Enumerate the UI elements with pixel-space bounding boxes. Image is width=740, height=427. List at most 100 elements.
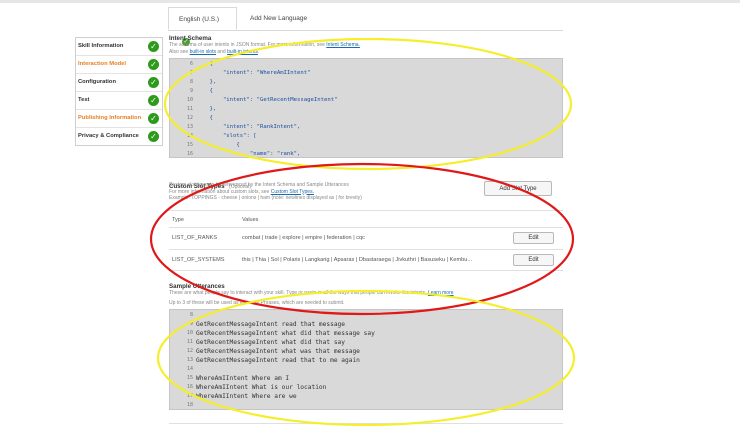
- desc-text: Also see: [169, 48, 190, 55]
- desc-text: The schema of user intents in JSON forma…: [169, 42, 327, 48]
- sidebar-item-label: Skill Information: [78, 43, 124, 49]
- table-divider: [169, 227, 563, 228]
- language-tabs: English (U.S.)✓ Add New Language: [168, 7, 563, 47]
- code-text: GetRecentMessageIntent read that to me a…: [196, 357, 360, 364]
- check-circle-icon: ✓: [148, 95, 159, 106]
- code-text: },: [196, 79, 217, 85]
- line-number: 16: [186, 151, 193, 157]
- code-line: 13 "intent": "RankIntent",: [170, 123, 562, 132]
- code-text: "intent": "GetRecentMessageIntent": [196, 97, 338, 103]
- tab-add-new-language[interactable]: Add New Language: [240, 7, 317, 30]
- slot-type-name: LIST_OF_SYSTEMS: [172, 257, 225, 263]
- check-circle-icon: ✓: [148, 59, 159, 70]
- line-number: 11: [186, 339, 193, 345]
- tab-label: Add New Language: [250, 15, 308, 22]
- code-line: 12 GetRecentMessageIntent what was that m…: [170, 347, 562, 356]
- sidebar-item-label: Publishing Information: [78, 115, 142, 121]
- line-number: 11: [186, 106, 193, 112]
- code-text: WhereAmIIntent What is our location: [196, 384, 327, 391]
- line-number: 13: [186, 357, 193, 363]
- code-line: 10 "intent": "GetRecentMessageIntent": [170, 96, 562, 105]
- code-text: {: [196, 115, 213, 121]
- sample-utterances-editor[interactable]: 8 9 GetRecentMessageIntent read that messa…: [169, 309, 563, 410]
- slot-type-name: LIST_OF_RANKS: [172, 235, 218, 241]
- line-number: 16: [186, 384, 193, 390]
- code-line: 12 {: [170, 114, 562, 123]
- table-divider: [169, 249, 563, 250]
- intent-schema-title: Intent Schema: [169, 35, 212, 42]
- code-text: {: [196, 142, 240, 148]
- custom-slot-types-link[interactable]: Custom Slot Types.: [271, 189, 314, 195]
- code-text: WhereAmIIntent Where are we: [196, 393, 297, 400]
- code-text: GetRecentMessageIntent what did that say: [196, 339, 346, 346]
- check-circle-icon: ✓: [148, 77, 159, 88]
- line-number: 9: [189, 321, 193, 327]
- tab-english-us[interactable]: English (U.S.)✓: [168, 7, 237, 47]
- sidebar-item-test[interactable]: Test ✓: [76, 92, 162, 110]
- line-number: 12: [186, 115, 193, 121]
- code-line: 14 "slots": [: [170, 132, 562, 141]
- desc-text: For more information about custom slots,…: [169, 188, 271, 195]
- code-line: 11 },: [170, 105, 562, 114]
- tab-label: English (U.S.): [179, 16, 220, 23]
- learn-more-link[interactable]: Learn more: [428, 290, 454, 296]
- line-number: 12: [186, 348, 193, 354]
- code-line: 6 {: [170, 60, 562, 69]
- code-line: 15 {: [170, 141, 562, 150]
- desc-text: and: [215, 48, 228, 55]
- sidebar-item-skill-information[interactable]: Skill Information ✓: [76, 38, 162, 56]
- sidebar-item-label: Configuration: [78, 79, 116, 85]
- line-number: 14: [186, 366, 193, 372]
- intent-schema-editor[interactable]: 6 {7 "intent": "WhereAmIIntent" 8 }, 9 {10…: [169, 58, 563, 158]
- code-line: 16 WhereAmIIntent What is our location: [170, 383, 562, 392]
- code-text: {: [196, 61, 213, 67]
- line-number: 17: [186, 393, 193, 399]
- line-number: 8: [189, 312, 193, 318]
- table-divider: [169, 270, 563, 271]
- code-text: GetRecentMessageIntent what did that mes…: [196, 330, 375, 337]
- desc-text: Example: TOPPINGS - cheese | onions | ha…: [169, 195, 362, 201]
- sidebar-item-publishing-information[interactable]: Publishing Information ✓: [76, 110, 162, 128]
- code-text: {: [196, 88, 213, 94]
- code-line: 18: [170, 401, 562, 409]
- code-text: },: [196, 106, 217, 112]
- code-line: 10 GetRecentMessageIntent what did that m…: [170, 329, 562, 338]
- code-line: 14: [170, 365, 562, 374]
- code-text: "name": "rank",: [196, 151, 301, 157]
- line-number: 15: [186, 375, 193, 381]
- sidebar-item-interaction-model[interactable]: Interaction Model ✓: [76, 56, 162, 74]
- slot-type-values: combat | trade | explore | empire | fede…: [242, 235, 365, 241]
- line-number: 13: [186, 124, 193, 130]
- edit-slot-button[interactable]: Edit: [513, 254, 554, 266]
- code-line: 7 "intent": "WhereAmIIntent": [170, 69, 562, 78]
- code-text: "intent": "WhereAmIIntent": [196, 70, 311, 76]
- desc-text: .: [257, 48, 260, 55]
- slot-type-values: this | Thia | Sol | Polaris | Langkarig …: [242, 257, 472, 263]
- example-phrases-note: Up to 3 of these will be used as Example…: [169, 300, 345, 306]
- code-text: WhereAmIIntent Where am I: [196, 375, 290, 382]
- edit-slot-button[interactable]: Edit: [513, 232, 554, 244]
- line-number: 9: [189, 88, 193, 94]
- code-text: GetRecentMessageIntent what was that mes…: [196, 348, 360, 355]
- line-number: 18: [186, 402, 193, 408]
- code-text: "intent": "RankIntent",: [196, 124, 301, 130]
- built-in-slots-link[interactable]: built-in slots: [190, 49, 216, 55]
- code-line: 8: [170, 311, 562, 320]
- code-line: 13 GetRecentMessageIntent read that to me…: [170, 356, 562, 365]
- sidebar-item-configuration[interactable]: Configuration ✓: [76, 74, 162, 92]
- line-number: 10: [186, 97, 193, 103]
- line-number: 10: [186, 330, 193, 336]
- add-slot-type-button[interactable]: Add Slot Type: [484, 181, 552, 196]
- intent-schema-link[interactable]: Intent Schema.: [326, 42, 360, 48]
- check-circle-icon: ✓: [148, 113, 159, 124]
- intent-schema-description: The schema of user intents in JSON forma…: [169, 42, 469, 55]
- custom-slot-types-description: Custom slot types to be referenced by th…: [169, 182, 479, 202]
- sidebar-item-label: Interaction Model: [78, 61, 126, 67]
- line-number: 7: [189, 70, 193, 76]
- sidebar-item-privacy-compliance[interactable]: Privacy & Compliance ✓: [76, 128, 162, 145]
- column-header-type: Type: [172, 217, 184, 223]
- built-in-intents-link[interactable]: built-in intents: [227, 49, 258, 55]
- sample-utterances-description: These are what people say to interact wi…: [169, 290, 569, 297]
- code-text: "slots": [: [196, 133, 257, 139]
- code-line: 9 GetRecentMessageIntent read that messag…: [170, 320, 562, 329]
